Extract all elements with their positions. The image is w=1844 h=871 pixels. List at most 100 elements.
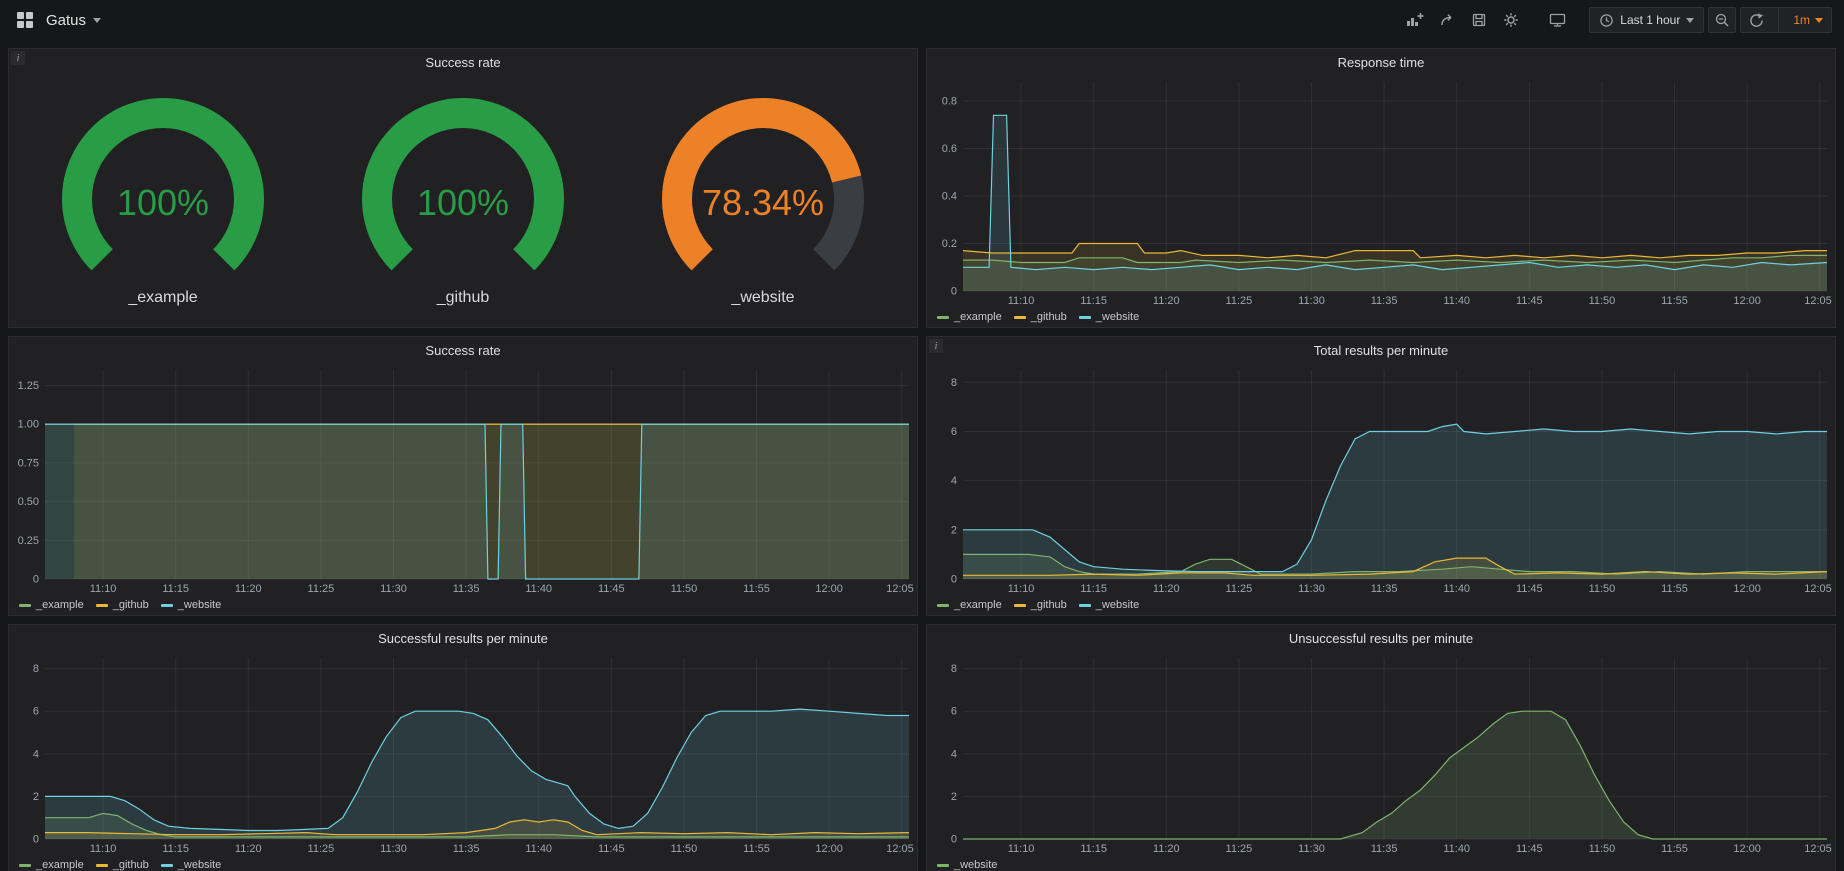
x-axis-tick-label: 11:50 [671,843,698,855]
refresh-picker: 1m [1740,7,1832,33]
legend-item[interactable]: _website [161,859,221,871]
x-axis-tick-label: 12:00 [815,583,843,595]
y-axis-tick-label: 2 [951,524,957,536]
legend-label: _example [36,859,84,871]
panel-title-text: Successful results per minute [378,631,548,646]
panel-title-success-rate-series[interactable]: Success rate [9,337,917,363]
share-icon [1439,12,1455,28]
legend-item[interactable]: _website [1079,599,1139,611]
add-panel-button[interactable] [1401,7,1429,33]
panel-title-total-results[interactable]: Total results per minute [927,337,1835,363]
legend-item[interactable]: _example [19,599,84,611]
y-axis-tick-label: 0.50 [18,496,39,508]
unsuccessful_results-svg: 0246811:1011:1511:2011:2511:3011:3511:40… [927,651,1835,855]
legend-successful-results: _example _github _website [9,855,917,871]
x-axis-tick-label: 11:50 [1589,583,1616,595]
save-icon [1471,12,1487,28]
legend-item[interactable]: _example [937,599,1002,611]
legend-item[interactable]: _example [19,859,84,871]
gauge-track [824,179,849,260]
panel-title-text: Unsuccessful results per minute [1289,631,1473,646]
y-axis-tick-label: 6 [33,706,39,718]
panel-title-response-time[interactable]: Response time [927,49,1835,75]
legend-label: _github [1031,599,1067,611]
y-axis-tick-label: 1.00 [18,419,39,431]
legend-swatch [1079,316,1091,319]
response-time-chart[interactable]: 00.20.40.60.811:1011:1511:2011:2511:3011… [927,75,1835,307]
x-axis-tick-label: 11:25 [1226,583,1253,595]
y-axis-tick-label: 0.2 [942,238,957,250]
legend-swatch [1014,604,1026,607]
panel-info-icon[interactable]: i [11,51,25,65]
y-axis-tick-label: 0.6 [942,143,957,155]
refresh-interval-button[interactable]: 1m [1785,8,1831,32]
navbar-actions: Last 1 hour 1m [1401,7,1832,33]
y-axis-tick-label: 0 [951,574,957,586]
x-axis-tick-label: 11:30 [1298,843,1325,855]
refresh-interval-label: 1m [1793,13,1810,27]
title-caret-icon [93,18,101,23]
legend-item[interactable]: _website [1079,311,1139,323]
y-axis-tick-label: 8 [33,663,39,675]
settings-button[interactable] [1497,7,1525,33]
success-rate-chart[interactable]: 00.250.500.751.001.2511:1011:1511:2011:2… [9,363,917,595]
successful-results-chart[interactable]: 0246811:1011:1511:2011:2511:3011:3511:40… [9,651,917,855]
legend-item[interactable]: _website [161,599,221,611]
x-axis-tick-label: 11:25 [1226,295,1253,307]
x-axis-tick-label: 11:55 [1661,583,1688,595]
legend-label: _github [113,599,149,611]
legend-item[interactable]: _github [96,599,149,611]
panel-title-successful-results[interactable]: Successful results per minute [9,625,917,651]
legend-item[interactable]: _github [96,859,149,871]
y-axis-tick-label: 1.25 [18,380,39,392]
legend-item[interactable]: _website [937,859,997,871]
x-axis-tick-label: 11:15 [1080,295,1107,307]
x-axis-tick-label: 11:25 [308,583,335,595]
x-axis-tick-label: 11:10 [90,843,117,855]
panel-title-text: Success rate [425,343,500,358]
time-range-label: Last 1 hour [1620,13,1680,27]
panel-success-rate-series: Success rate 00.250.500.751.001.2511:101… [8,336,918,616]
legend-label: _example [36,599,84,611]
time-range-picker[interactable]: Last 1 hour [1589,7,1704,33]
panel-title-gauges[interactable]: Success rate [9,49,917,75]
dashboard-title-button[interactable]: Gatus [46,12,101,29]
legend-label: _example [954,599,1002,611]
legend-item[interactable]: _example [937,311,1002,323]
x-axis-tick-label: 12:00 [815,843,843,855]
legend-success-rate-series: _example _github _website [9,595,917,615]
settings-gear-icon [1503,12,1519,28]
y-axis-tick-label: 2 [951,791,957,803]
legend-swatch [96,864,108,867]
y-axis-tick-label: 0 [951,286,957,298]
x-axis-tick-label: 11:10 [90,583,117,595]
cycle-view-button[interactable] [1543,7,1571,33]
refresh-caret-icon [1815,18,1823,23]
dashboard-grid-button[interactable] [12,7,38,33]
panel-title-unsuccessful-results[interactable]: Unsuccessful results per minute [927,625,1835,651]
gauge-arc-svg: 100% [313,95,613,293]
panel-info-icon[interactable]: i [929,339,943,353]
refresh-button[interactable] [1741,8,1772,32]
x-axis-tick-label: 11:30 [380,583,407,595]
share-button[interactable] [1433,7,1461,33]
zoom-out-button[interactable] [1708,7,1736,33]
x-axis-tick-label: 12:05 [886,843,914,855]
legend-label: _website [178,599,221,611]
panel-success-rate-gauges: i Success rate 100%_example100%_github78… [8,48,918,328]
gauge-_website: 78.34%_website [613,95,913,307]
unsuccessful-results-chart[interactable]: 0246811:1011:1511:2011:2511:3011:3511:40… [927,651,1835,855]
series-area [963,424,1827,579]
x-axis-tick-label: 11:30 [1298,295,1325,307]
save-button[interactable] [1465,7,1493,33]
legend-item[interactable]: _github [1014,599,1067,611]
x-axis-tick-label: 11:55 [743,843,770,855]
legend-item[interactable]: _github [1014,311,1067,323]
gauge-value-text: 78.34% [702,182,824,223]
y-axis-tick-label: 8 [951,663,957,675]
successful_results-svg: 0246811:1011:1511:2011:2511:3011:3511:40… [9,651,917,855]
y-axis-tick-label: 0 [33,574,39,586]
clock-icon [1599,13,1614,28]
x-axis-tick-label: 12:05 [1804,295,1832,307]
total-results-chart[interactable]: 0246811:1011:1511:2011:2511:3011:3511:40… [927,363,1835,595]
